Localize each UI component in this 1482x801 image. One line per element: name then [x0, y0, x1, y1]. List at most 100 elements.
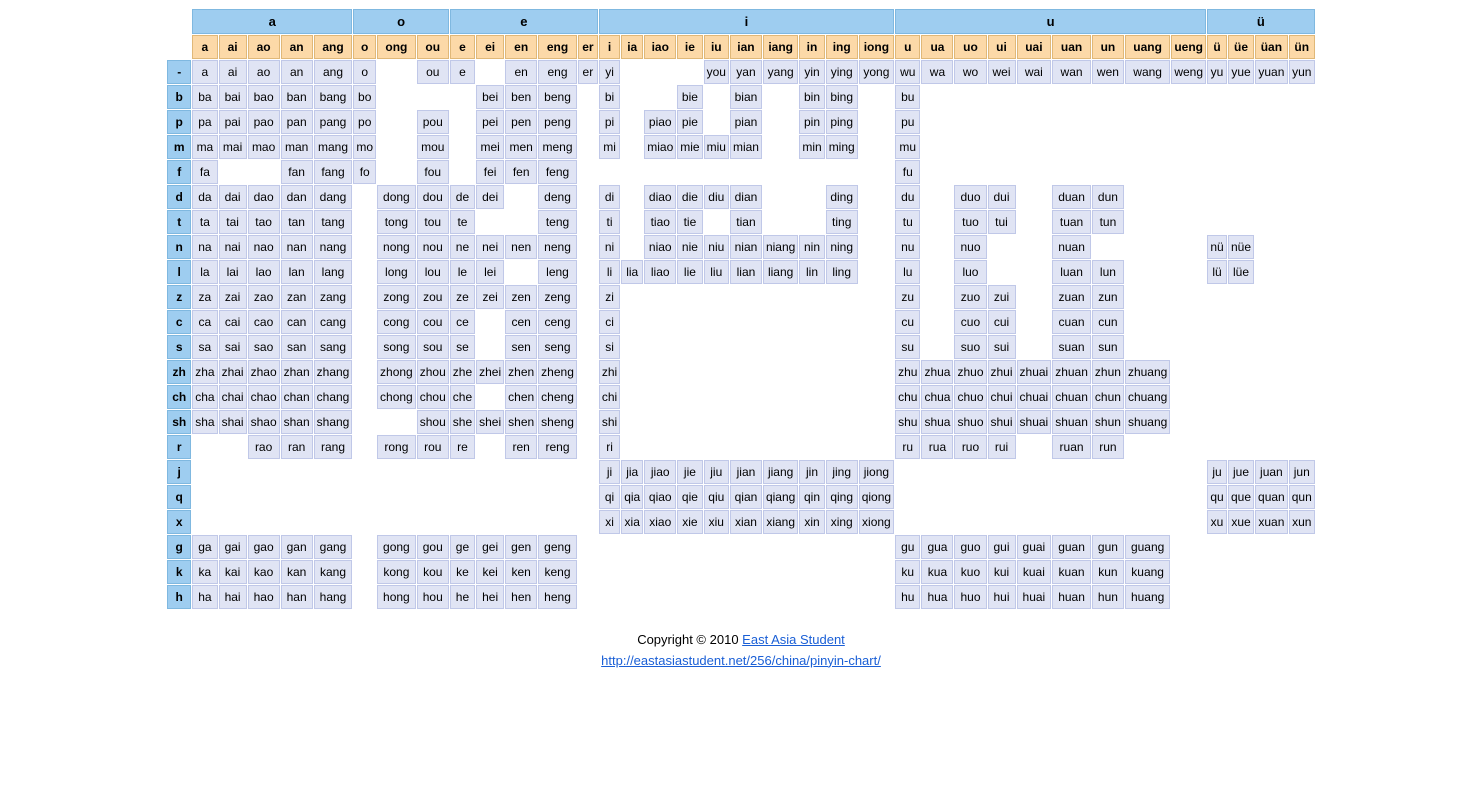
pinyin-cell[interactable]: lao [248, 260, 280, 284]
pinyin-cell[interactable]: suo [954, 335, 986, 359]
pinyin-cell[interactable]: dian [730, 185, 762, 209]
pinyin-cell[interactable]: ha [192, 585, 217, 609]
pinyin-cell[interactable]: wang [1125, 60, 1170, 84]
pinyin-cell[interactable]: hua [921, 585, 953, 609]
pinyin-cell[interactable]: ying [826, 60, 858, 84]
pinyin-cell[interactable]: xing [826, 510, 858, 534]
pinyin-cell[interactable]: yun [1289, 60, 1315, 84]
pinyin-cell[interactable]: bei [476, 85, 504, 109]
pinyin-cell[interactable]: nei [476, 235, 504, 259]
pinyin-cell[interactable]: gou [417, 535, 449, 559]
pinyin-cell[interactable]: rou [417, 435, 449, 459]
pinyin-cell[interactable]: shei [476, 410, 504, 434]
pinyin-cell[interactable]: qi [599, 485, 620, 509]
pinyin-cell[interactable]: ren [505, 435, 537, 459]
pinyin-cell[interactable]: nuo [954, 235, 986, 259]
pinyin-cell[interactable]: te [450, 210, 475, 234]
pinyin-cell[interactable]: suan [1052, 335, 1091, 359]
pinyin-cell[interactable]: fang [314, 160, 353, 184]
pinyin-cell[interactable]: zei [476, 285, 504, 309]
pinyin-cell[interactable]: nu [895, 235, 920, 259]
pinyin-cell[interactable]: ci [599, 310, 620, 334]
pinyin-cell[interactable]: dao [248, 185, 280, 209]
pinyin-cell[interactable]: cou [417, 310, 449, 334]
pinyin-cell[interactable]: kuang [1125, 560, 1170, 584]
pinyin-cell[interactable]: fa [192, 160, 217, 184]
pinyin-cell[interactable]: kun [1092, 560, 1124, 584]
pinyin-cell[interactable]: la [192, 260, 217, 284]
pinyin-cell[interactable]: nang [314, 235, 353, 259]
pinyin-cell[interactable]: zang [314, 285, 353, 309]
pinyin-cell[interactable]: luan [1052, 260, 1091, 284]
pinyin-cell[interactable]: pu [895, 110, 920, 134]
pinyin-cell[interactable]: lie [677, 260, 702, 284]
pinyin-cell[interactable]: huo [954, 585, 986, 609]
pinyin-cell[interactable]: fu [895, 160, 920, 184]
pinyin-cell[interactable]: zeng [538, 285, 577, 309]
pinyin-cell[interactable]: diu [704, 185, 729, 209]
pinyin-cell[interactable]: kong [377, 560, 416, 584]
pinyin-cell[interactable]: teng [538, 210, 577, 234]
pinyin-cell[interactable]: pie [677, 110, 702, 134]
pinyin-cell[interactable]: chui [988, 385, 1016, 409]
pinyin-cell[interactable]: tu [895, 210, 920, 234]
pinyin-cell[interactable]: cuo [954, 310, 986, 334]
pinyin-cell[interactable]: miu [704, 135, 729, 159]
pinyin-cell[interactable]: pang [314, 110, 353, 134]
pinyin-cell[interactable]: chu [895, 385, 920, 409]
pinyin-cell[interactable]: jie [677, 460, 702, 484]
pinyin-cell[interactable]: nin [799, 235, 824, 259]
pinyin-cell[interactable]: du [895, 185, 920, 209]
pinyin-cell[interactable]: chuai [1017, 385, 1052, 409]
pinyin-cell[interactable]: ping [826, 110, 858, 134]
pinyin-cell[interactable]: long [377, 260, 416, 284]
pinyin-cell[interactable]: en [505, 60, 537, 84]
pinyin-cell[interactable]: chua [921, 385, 953, 409]
pinyin-cell[interactable]: le [450, 260, 475, 284]
pinyin-cell[interactable]: kai [219, 560, 247, 584]
pinyin-cell[interactable]: zui [988, 285, 1016, 309]
pinyin-cell[interactable]: zuan [1052, 285, 1091, 309]
pinyin-cell[interactable]: cu [895, 310, 920, 334]
pinyin-cell[interactable]: zen [505, 285, 537, 309]
pinyin-cell[interactable]: wai [1017, 60, 1052, 84]
pinyin-cell[interactable]: zhen [505, 360, 537, 384]
pinyin-cell[interactable]: mian [730, 135, 762, 159]
pinyin-cell[interactable]: she [450, 410, 475, 434]
pinyin-cell[interactable]: cong [377, 310, 416, 334]
pinyin-cell[interactable]: niang [763, 235, 798, 259]
pinyin-cell[interactable]: zhuai [1017, 360, 1052, 384]
pinyin-cell[interactable]: sha [192, 410, 217, 434]
pinyin-cell[interactable]: meng [538, 135, 577, 159]
pinyin-cell[interactable]: xiao [644, 510, 676, 534]
pinyin-cell[interactable]: xu [1207, 510, 1227, 534]
pinyin-cell[interactable]: lei [476, 260, 504, 284]
pinyin-cell[interactable]: kuan [1052, 560, 1091, 584]
pinyin-cell[interactable]: cen [505, 310, 537, 334]
pinyin-cell[interactable]: bai [219, 85, 247, 109]
pinyin-cell[interactable]: xie [677, 510, 702, 534]
pinyin-cell[interactable]: guang [1125, 535, 1170, 559]
pinyin-cell[interactable]: ran [281, 435, 313, 459]
pinyin-cell[interactable]: xi [599, 510, 620, 534]
pinyin-cell[interactable]: xun [1289, 510, 1315, 534]
pinyin-cell[interactable]: pi [599, 110, 620, 134]
pinyin-cell[interactable]: jue [1228, 460, 1254, 484]
pinyin-cell[interactable]: re [450, 435, 475, 459]
pinyin-cell[interactable]: mou [417, 135, 449, 159]
pinyin-cell[interactable]: da [192, 185, 217, 209]
pinyin-cell[interactable]: reng [538, 435, 577, 459]
pinyin-cell[interactable]: qiao [644, 485, 676, 509]
pinyin-cell[interactable]: ming [826, 135, 858, 159]
pinyin-cell[interactable]: chuo [954, 385, 986, 409]
pinyin-cell[interactable]: geng [538, 535, 577, 559]
pinyin-cell[interactable]: bian [730, 85, 762, 109]
pinyin-cell[interactable]: pan [281, 110, 313, 134]
pinyin-cell[interactable]: qu [1207, 485, 1227, 509]
pinyin-cell[interactable]: ban [281, 85, 313, 109]
pinyin-cell[interactable]: pei [476, 110, 504, 134]
pinyin-cell[interactable]: deng [538, 185, 577, 209]
pinyin-cell[interactable]: nai [219, 235, 247, 259]
pinyin-cell[interactable]: bang [314, 85, 353, 109]
pinyin-cell[interactable]: zi [599, 285, 620, 309]
